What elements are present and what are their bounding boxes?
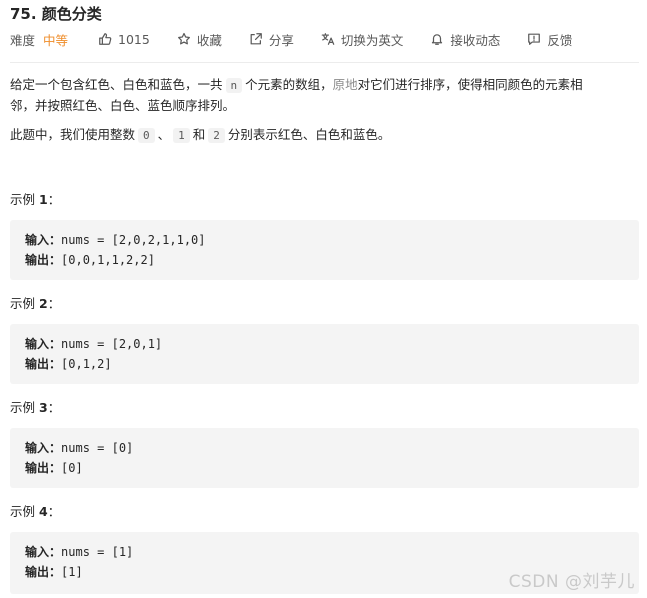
example-title: 示例 2： [10, 293, 60, 312]
output-value: [0] [61, 461, 83, 475]
description-text: 分别表示红色、白色和蓝色。 [227, 127, 391, 142]
problem-meta-bar: 难度 中等 1015 收藏 分享 切换为英文 接收动态 反馈 [10, 30, 599, 48]
example-number: 2 [38, 296, 48, 311]
feedback-label: 反馈 [547, 32, 573, 48]
difficulty-badge: 中等 [43, 32, 69, 48]
description-text: 邻，并按照红色、白色、蓝色顺序排列。 [10, 98, 236, 113]
inline-code-2: 2 [208, 128, 225, 143]
output-label: 输出： [25, 461, 62, 475]
input-value: nums = [2,0,1] [61, 337, 163, 351]
translate-icon [321, 33, 335, 45]
example-title: 示例 1： [10, 189, 60, 208]
share-icon [250, 33, 262, 45]
example-output-line: 输出：[0,1,2] [25, 355, 112, 372]
example-code-block: 输入：nums = [2,0,1] 输出：[0,1,2] [10, 324, 639, 384]
example-title-text: 示例 [10, 192, 39, 207]
example-title-text: 示例 [10, 296, 39, 311]
description-text: 给定一个包含红色、白色和蓝色，一共 [10, 77, 223, 92]
example-input-line: 输入：nums = [2,0,1] [25, 335, 162, 352]
output-value: [1] [61, 565, 83, 579]
example-title: 示例 3： [10, 397, 60, 416]
example-output-line: 输出：[0,0,1,1,2,2] [25, 251, 155, 268]
example-output-line: 输出：[1] [25, 563, 83, 580]
subscribe-label: 接收动态 [450, 32, 501, 48]
description-paragraph-2: 此题中，我们使用整数 0、 1 和 2 分别表示红色、白色和蓝色。 [10, 125, 638, 146]
example-number: 3 [38, 400, 48, 415]
output-label: 输出： [25, 565, 62, 579]
input-value: nums = [1] [61, 545, 134, 559]
example-code-block: 输入：nums = [0] 输出：[0] [10, 428, 639, 488]
example-output-line: 输出：[0] [25, 459, 83, 476]
like-count: 1015 [118, 31, 150, 47]
inline-code-n: n [225, 78, 243, 93]
inline-code-0: 0 [138, 128, 155, 143]
star-icon [177, 32, 190, 45]
difficulty-label: 难度 [10, 32, 36, 48]
example-input-line: 输入：nums = [1] [25, 543, 133, 560]
switch-language-label: 切换为英文 [340, 32, 404, 48]
feedback-icon [528, 33, 541, 45]
share-label: 分享 [268, 32, 294, 48]
header-divider [10, 62, 639, 63]
description-text: 个元素的数组， [245, 77, 333, 92]
favorite-button[interactable]: 收藏 [177, 30, 222, 49]
in-place-link[interactable]: 原地 [333, 77, 358, 92]
example-input-line: 输入：nums = [0] [25, 439, 133, 456]
inline-code-1: 1 [173, 128, 190, 143]
feedback-button[interactable]: 反馈 [527, 30, 572, 49]
example-number: 1 [38, 192, 48, 207]
description-text: 和 [192, 127, 206, 142]
example-number: 4 [38, 504, 48, 519]
example-title-text: ： [47, 400, 61, 415]
thumbs-up-icon [99, 33, 112, 45]
csdn-watermark: CSDN @刘芋儿 [508, 572, 635, 592]
input-label: 输入： [25, 441, 62, 455]
description-text: 对它们进行排序，使得相同颜色的元素相 [357, 77, 583, 92]
example-title: 示例 4： [10, 501, 60, 520]
like-button[interactable]: 1015 [98, 32, 150, 47]
example-title-text: ： [47, 504, 61, 519]
input-value: nums = [2,0,2,1,1,0] [61, 233, 206, 247]
share-button[interactable]: 分享 [249, 30, 294, 49]
description-text: 、 [157, 127, 171, 142]
description-text: 此题中，我们使用整数 [10, 127, 136, 142]
input-label: 输入： [25, 337, 62, 351]
output-label: 输出： [25, 253, 62, 267]
example-code-block: 输入：nums = [2,0,2,1,1,0] 输出：[0,0,1,1,2,2] [10, 220, 639, 280]
input-value: nums = [0] [61, 441, 134, 455]
favorite-label: 收藏 [196, 32, 222, 48]
problem-title: 75. 颜色分类 [10, 5, 102, 23]
input-label: 输入： [25, 233, 62, 247]
example-title-text: 示例 [10, 400, 39, 415]
description-paragraph-1: 给定一个包含红色、白色和蓝色，一共 n 个元素的数组，原地对它们进行排序，使得相同颜… [10, 75, 638, 116]
example-title-text: 示例 [10, 504, 39, 519]
example-input-line: 输入：nums = [2,0,2,1,1,0] [25, 231, 206, 248]
output-value: [0,1,2] [61, 357, 112, 371]
input-label: 输入： [25, 545, 62, 559]
subscribe-button[interactable]: 接收动态 [430, 30, 500, 49]
bell-icon [432, 34, 443, 45]
example-title-text: ： [47, 192, 61, 207]
output-label: 输出： [25, 357, 62, 371]
example-title-text: ： [47, 296, 61, 311]
switch-language-button[interactable]: 切换为英文 [321, 30, 404, 49]
output-value: [0,0,1,1,2,2] [61, 253, 155, 267]
